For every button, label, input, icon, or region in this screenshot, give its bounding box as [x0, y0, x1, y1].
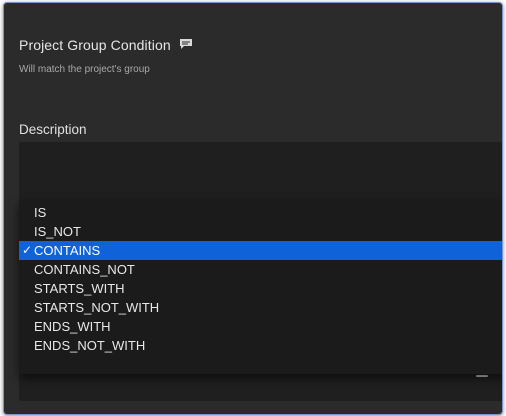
option-starts-not-with[interactable]: STARTS_NOT_WITH: [19, 298, 502, 317]
option-label: STARTS_WITH: [34, 281, 125, 296]
description-label: Description: [19, 122, 87, 137]
operator-dropdown-list[interactable]: IS IS_NOT ✓ CONTAINS CONTAINS_NOT STARTS…: [19, 200, 502, 374]
option-ends-with[interactable]: ENDS_WITH: [19, 317, 502, 336]
option-label: CONTAINS: [34, 243, 101, 258]
window-frame: Project Group Condition Will match the p…: [0, 0, 506, 416]
option-label: STARTS_NOT_WITH: [34, 300, 160, 315]
option-is-not[interactable]: IS_NOT: [19, 222, 502, 241]
checkmark-icon: ✓: [22, 243, 33, 257]
option-label: CONTAINS_NOT: [34, 262, 135, 277]
comment-icon[interactable]: [179, 37, 193, 49]
option-label: IS: [34, 205, 47, 220]
option-contains-not[interactable]: CONTAINS_NOT: [19, 260, 502, 279]
option-ends-not-with[interactable]: ENDS_NOT_WITH: [19, 336, 502, 355]
option-label: IS_NOT: [34, 224, 81, 239]
option-is[interactable]: IS: [19, 203, 502, 222]
option-label: ENDS_WITH: [34, 319, 111, 334]
condition-subtitle: Will match the project's group: [19, 64, 150, 75]
option-contains[interactable]: ✓ CONTAINS: [19, 241, 502, 260]
title-row: Project Group Condition: [19, 37, 193, 53]
option-starts-with[interactable]: STARTS_WITH: [19, 279, 502, 298]
resize-handle[interactable]: [476, 375, 488, 377]
description-field[interactable]: [19, 142, 502, 200]
condition-panel: Project Group Condition Will match the p…: [3, 2, 503, 415]
option-label: ENDS_NOT_WITH: [34, 338, 146, 353]
condition-title: Project Group Condition: [19, 37, 171, 53]
